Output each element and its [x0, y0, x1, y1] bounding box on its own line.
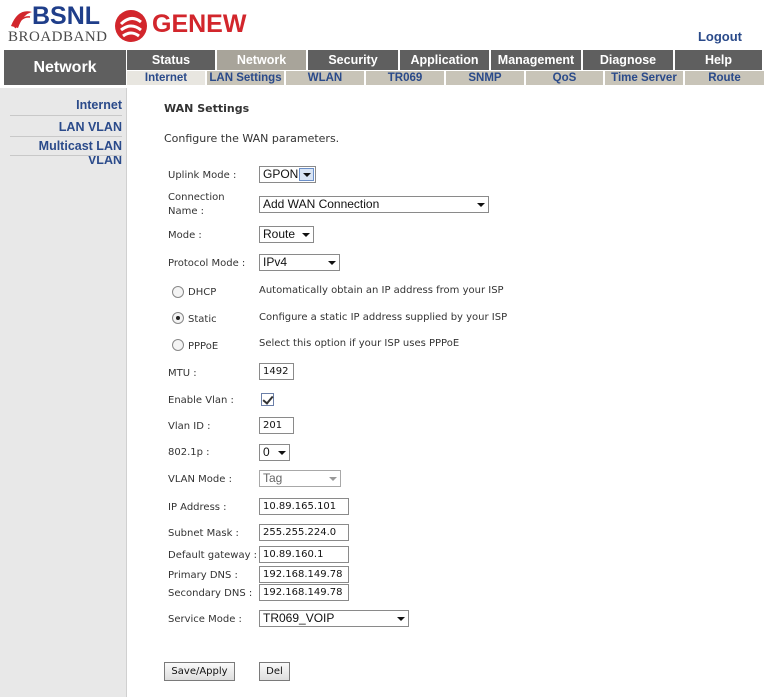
chevron-down-icon	[302, 233, 310, 237]
subnet-mask-label: Subnet Mask :	[168, 528, 239, 539]
sidebar-item-multicast-lan-vlan[interactable]: Multicast LAN VLAN	[39, 139, 122, 167]
uplink-mode-select[interactable]: GPON	[259, 166, 316, 183]
chevron-down-icon	[278, 451, 286, 455]
subnet-mask-field[interactable]: 255.255.224.0	[259, 524, 349, 541]
vlan-id-field[interactable]: 201	[259, 417, 294, 434]
delete-button[interactable]: Del	[259, 662, 290, 681]
sidebar-item-lan-vlan[interactable]: LAN VLAN	[59, 120, 122, 134]
main-tabs: Status Network Security Application Mana…	[127, 50, 762, 70]
dhcp-radio[interactable]	[172, 286, 184, 298]
navigation: Network Status Network Security Applicat…	[0, 48, 770, 88]
service-mode-label: Service Mode :	[168, 614, 242, 625]
protocol-mode-select[interactable]: IPv4	[259, 254, 340, 271]
mode-label: Mode :	[168, 230, 202, 241]
chevron-down-icon	[397, 617, 405, 621]
page-title: WAN Settings	[164, 102, 250, 115]
default-gateway-field[interactable]: 10.89.160.1	[259, 546, 349, 563]
priority-8021p-label: 802.1p :	[168, 447, 210, 458]
dhcp-label: DHCP	[188, 287, 217, 298]
ip-address-field[interactable]: 10.89.165.101	[259, 498, 349, 515]
ip-address-label: IP Address :	[168, 502, 227, 513]
pppoe-radio[interactable]	[172, 339, 184, 351]
genew-logo-icon	[115, 10, 147, 42]
tab-help[interactable]: Help	[675, 50, 762, 70]
subtab-time-server[interactable]: Time Server	[605, 71, 685, 85]
static-radio[interactable]	[172, 312, 184, 324]
default-gateway-label: Default gateway :	[168, 550, 258, 561]
connection-name-value: Add WAN Connection	[263, 197, 380, 211]
sidebar-divider	[10, 155, 122, 156]
logout-link[interactable]: Logout	[698, 29, 742, 44]
connection-name-select[interactable]: Add WAN Connection	[259, 196, 489, 213]
page-intro: Configure the WAN parameters.	[164, 132, 340, 145]
subtab-qos[interactable]: QoS	[526, 71, 605, 85]
sidebar-divider	[10, 136, 122, 137]
sidebar-item-label: Multicast LAN	[38, 139, 122, 153]
uplink-mode-value: GPON	[263, 167, 299, 181]
connection-name-label-line2: Name :	[168, 206, 205, 217]
protocol-mode-value: IPv4	[263, 255, 288, 269]
tab-management[interactable]: Management	[491, 50, 583, 70]
section-title: Network	[4, 50, 126, 85]
subtab-snmp[interactable]: SNMP	[446, 71, 526, 85]
protocol-mode-label: Protocol Mode :	[168, 258, 246, 269]
vlan-id-label: Vlan ID :	[168, 421, 211, 432]
enable-vlan-label: Enable Vlan :	[168, 395, 234, 406]
sidebar: Internet LAN VLAN Multicast LAN VLAN	[0, 88, 127, 697]
mode-select[interactable]: Route	[259, 226, 314, 243]
subtab-route[interactable]: Route	[685, 71, 764, 85]
chevron-down-icon	[329, 477, 337, 481]
bsnl-logo-text: BSNL	[32, 2, 101, 30]
secondary-dns-field[interactable]: 192.168.149.78	[259, 584, 349, 601]
tab-security[interactable]: Security	[308, 50, 400, 70]
static-label: Static	[188, 314, 217, 325]
broadband-text: BROADBAND	[8, 29, 108, 45]
header: BSNL BROADBAND GENEW Logout	[0, 0, 770, 48]
chevron-down-icon	[328, 261, 336, 265]
subtab-tr069[interactable]: TR069	[366, 71, 446, 85]
vlan-mode-select[interactable]: Tag	[259, 470, 341, 487]
pppoe-description: Select this option if your ISP uses PPPo…	[259, 338, 460, 349]
service-mode-value: TR069_VOIP	[263, 611, 335, 625]
pppoe-label: PPPoE	[188, 341, 219, 352]
save-apply-button[interactable]: Save/Apply	[164, 662, 235, 681]
mtu-field[interactable]: 1492	[259, 363, 294, 380]
tab-status[interactable]: Status	[127, 50, 217, 70]
tab-network[interactable]: Network	[217, 50, 308, 70]
sub-tabs: Internet LAN Settings WLAN TR069 SNMP Qo…	[127, 71, 764, 85]
mtu-label: MTU :	[168, 368, 197, 379]
tab-diagnose[interactable]: Diagnose	[583, 50, 675, 70]
connection-name-label-line1: Connection	[168, 192, 225, 203]
primary-dns-label: Primary DNS :	[168, 570, 238, 581]
static-description: Configure a static IP address supplied b…	[259, 312, 508, 323]
chevron-down-icon	[299, 168, 314, 181]
vlan-mode-label: VLAN Mode :	[168, 474, 232, 485]
subtab-internet[interactable]: Internet	[127, 71, 207, 85]
secondary-dns-label: Secondary DNS :	[168, 588, 253, 599]
tab-application[interactable]: Application	[400, 50, 491, 70]
mode-value: Route	[263, 227, 296, 241]
sidebar-divider	[10, 115, 122, 116]
sidebar-item-internet[interactable]: Internet	[76, 98, 122, 112]
enable-vlan-checkbox[interactable]	[261, 393, 274, 406]
subtab-lan-settings[interactable]: LAN Settings	[207, 71, 286, 85]
priority-8021p-value: 0	[263, 445, 270, 459]
service-mode-select[interactable]: TR069_VOIP	[259, 610, 409, 627]
vlan-mode-value: Tag	[263, 471, 283, 485]
uplink-mode-label: Uplink Mode :	[168, 170, 237, 181]
primary-dns-field[interactable]: 192.168.149.78	[259, 566, 349, 583]
genew-logo-text: GENEW	[152, 10, 247, 38]
main-content: WAN Settings Configure the WAN parameter…	[127, 88, 770, 697]
chevron-down-icon	[477, 203, 485, 207]
priority-8021p-select[interactable]: 0	[259, 444, 290, 461]
dhcp-description: Automatically obtain an IP address from …	[259, 285, 504, 296]
subtab-wlan[interactable]: WLAN	[286, 71, 366, 85]
